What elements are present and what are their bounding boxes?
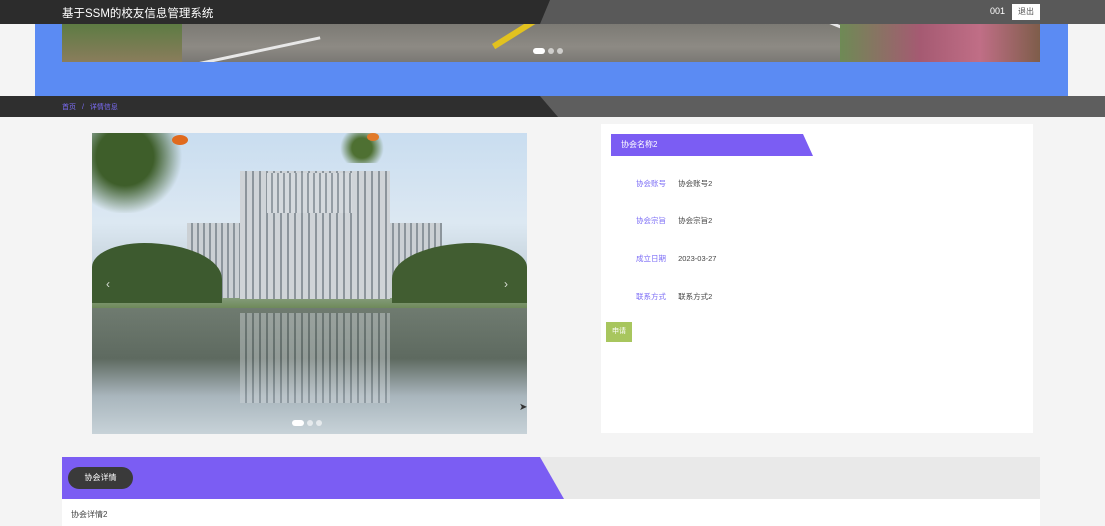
field-label: 联系方式 (636, 292, 666, 301)
breadcrumb-current: 详情信息 (89, 104, 118, 111)
carousel-next-icon[interactable]: › (504, 277, 508, 291)
apply-button[interactable]: 申请 (606, 322, 632, 342)
carousel-dot-1[interactable] (292, 420, 304, 426)
field-value: 联系方式2 (678, 292, 713, 301)
carousel-pagination (292, 420, 325, 438)
info-row-founded-date: 成立日期 2023-03-27 (612, 253, 716, 264)
info-row-purpose: 协会宗旨 协会宗旨2 (612, 215, 712, 226)
app-title: 基于SSM的校友信息管理系统 (62, 8, 214, 20)
field-value: 协会宗旨2 (678, 216, 713, 225)
detail-header (62, 457, 1040, 499)
field-value: 2023-03-27 (678, 254, 717, 263)
banner-image (62, 24, 1040, 62)
field-label: 成立日期 (636, 254, 666, 263)
logout-button[interactable]: 退出 (1012, 4, 1040, 20)
username-label[interactable]: 001 (990, 6, 1005, 16)
carousel-dot-2[interactable] (307, 420, 313, 426)
breadcrumb-home[interactable]: 首页 (62, 104, 76, 111)
mouse-cursor-icon: ➤ (519, 402, 528, 413)
info-row-account: 协会账号 协会账号2 (612, 178, 712, 189)
field-value: 协会账号2 (678, 179, 713, 188)
breadcrumb-bar: 首页 / 详情信息 (0, 96, 1105, 117)
breadcrumb: 首页 / 详情信息 (62, 102, 122, 112)
top-nav-bar: 基于SSM的校友信息管理系统 001 退出 (0, 0, 1105, 24)
field-label: 协会账号 (636, 179, 666, 188)
info-row-contact: 联系方式 联系方式2 (612, 291, 712, 302)
association-name-title: 协会名称2 (611, 134, 813, 156)
field-label: 协会宗旨 (636, 216, 666, 225)
banner-dot-1[interactable] (533, 48, 545, 54)
carousel-dot-3[interactable] (316, 420, 322, 426)
banner-dot-3[interactable] (557, 48, 563, 54)
carousel-prev-icon[interactable]: ‹ (106, 277, 110, 291)
detail-body (62, 499, 1040, 526)
detail-content: 协会详情2 (71, 510, 108, 519)
banner-dot-2[interactable] (548, 48, 554, 54)
breadcrumb-separator: / (81, 104, 84, 111)
tab-association-details[interactable]: 协会详情 (68, 467, 133, 489)
banner-pagination (533, 48, 566, 54)
association-photo-carousel[interactable]: ‹ › (92, 133, 527, 434)
info-card (601, 124, 1033, 433)
